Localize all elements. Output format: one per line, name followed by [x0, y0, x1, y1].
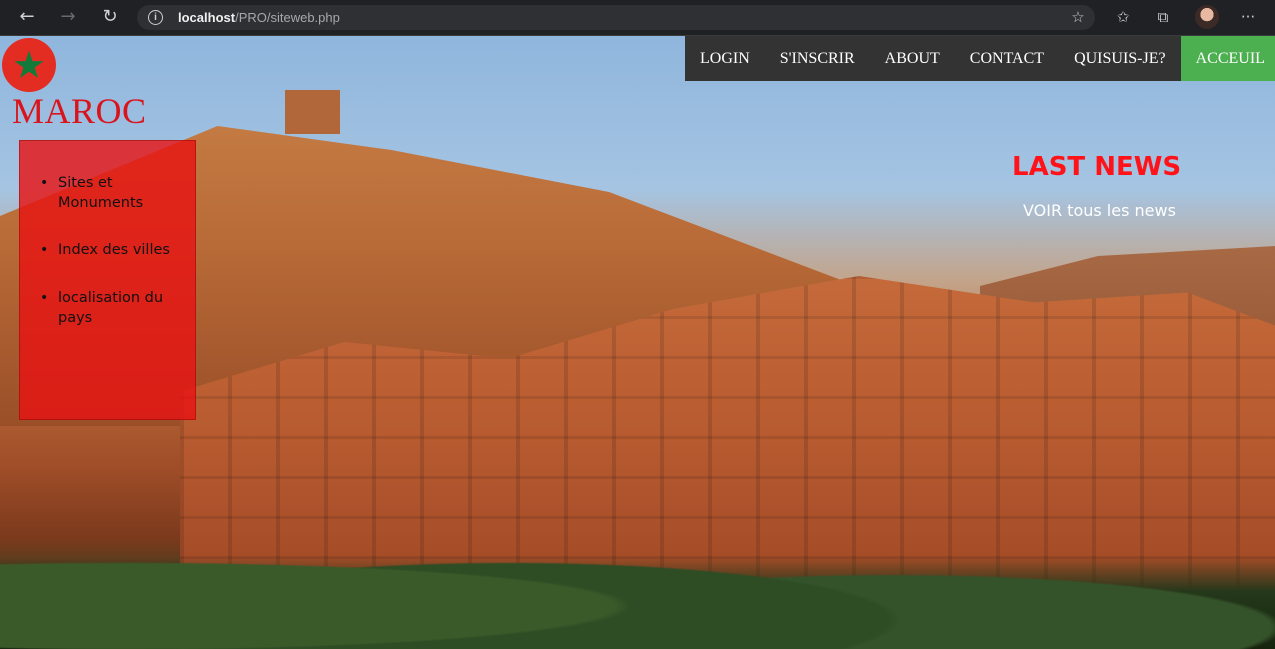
menu-item-login[interactable]: LOGIN — [685, 36, 765, 81]
side-item-index-villes[interactable]: Index des villes — [40, 240, 186, 260]
more-icon[interactable]: ··· — [1238, 7, 1258, 27]
browser-toolbar: ← → ↻ i localhost/PRO/siteweb.php ☆ ✩ ⧉ … — [0, 0, 1275, 36]
side-item-sites-monuments[interactable]: Sites et Monuments — [40, 173, 186, 213]
forward-arrow-icon[interactable]: → — [57, 6, 79, 28]
site-title: MAROC — [12, 91, 147, 131]
page-background: ★ MAROC LOGIN S'INSCRIR ABOUT CONTACT QU… — [0, 36, 1275, 649]
view-all-news-link[interactable]: VOIR tous les news — [1023, 201, 1176, 220]
tower — [285, 90, 340, 134]
collections-icon[interactable]: ⧉ — [1153, 7, 1173, 27]
url-path: /PRO/siteweb.php — [235, 10, 340, 25]
url-text[interactable]: localhost/PRO/siteweb.php — [178, 5, 340, 30]
star-icon: ★ — [11, 43, 47, 87]
side-menu-panel: Sites et Monuments Index des villes loca… — [19, 140, 196, 420]
menu-item-contact[interactable]: CONTACT — [955, 36, 1059, 81]
last-news-heading: LAST NEWS — [1012, 152, 1182, 182]
favorites-icon[interactable]: ✩ — [1113, 7, 1133, 27]
profile-avatar[interactable] — [1195, 5, 1219, 29]
url-host: localhost — [178, 10, 236, 25]
bookmark-star-icon[interactable]: ☆ — [1068, 7, 1088, 27]
address-bar[interactable]: i localhost/PRO/siteweb.php — [137, 5, 1095, 30]
menu-item-inscrire[interactable]: S'INSCRIR — [765, 36, 870, 81]
back-arrow-icon[interactable]: ← — [16, 6, 38, 28]
reload-icon[interactable]: ↻ — [99, 6, 121, 28]
palm-trees — [0, 506, 1275, 649]
side-item-localisation[interactable]: localisation du pays — [40, 288, 186, 328]
info-icon[interactable]: i — [148, 10, 163, 25]
top-menu: LOGIN S'INSCRIR ABOUT CONTACT QUISUIS-JE… — [685, 36, 1275, 81]
menu-item-about[interactable]: ABOUT — [870, 36, 955, 81]
menu-item-acceuil[interactable]: ACCEUIL — [1180, 36, 1275, 81]
moroccan-flag-icon[interactable]: ★ — [2, 38, 56, 92]
menu-item-quisuis-je[interactable]: QUISUIS-JE? — [1059, 36, 1181, 81]
